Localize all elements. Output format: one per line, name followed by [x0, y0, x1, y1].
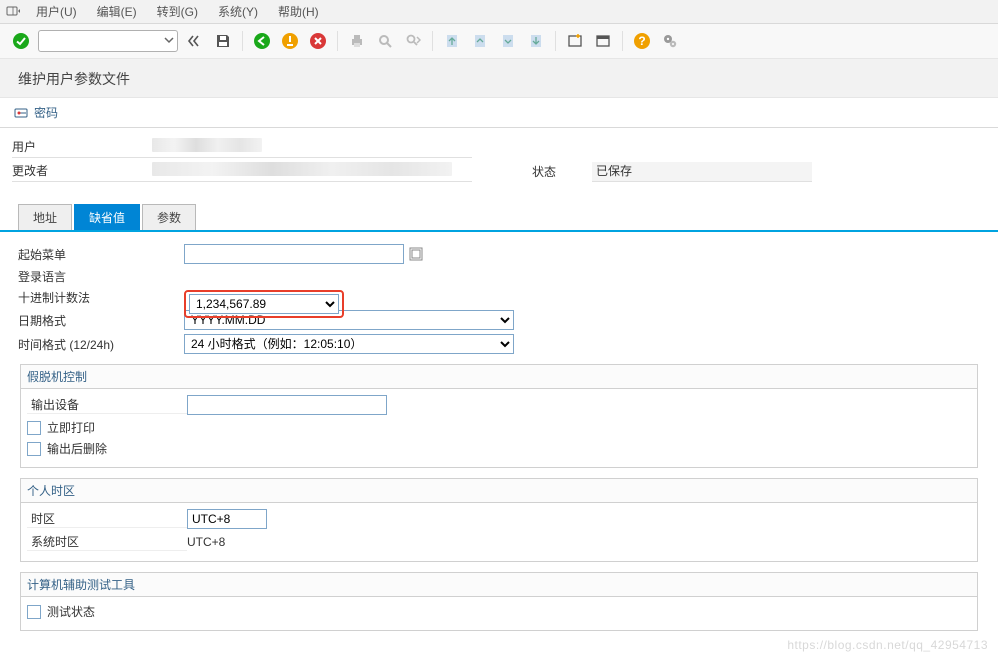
password-label: 密码 — [34, 104, 58, 121]
last-page-icon[interactable] — [525, 30, 547, 52]
logon-language-label: 登录语言 — [14, 268, 184, 285]
changer-value — [152, 162, 472, 182]
help-icon[interactable]: ? — [631, 30, 653, 52]
user-label: 用户 — [12, 138, 152, 158]
tab-strip: 地址 缺省值 参数 — [18, 204, 998, 230]
password-button[interactable]: 密码 — [14, 104, 58, 121]
tab-parameters[interactable]: 参数 — [142, 204, 196, 230]
menu-edit[interactable]: 编辑(E) — [87, 0, 147, 23]
layout-icon[interactable] — [592, 30, 614, 52]
timezone-group: 个人时区 时区 系统时区 UTC+8 — [20, 478, 978, 562]
enter-icon[interactable] — [10, 30, 32, 52]
prev-page-icon[interactable] — [469, 30, 491, 52]
new-session-icon[interactable] — [564, 30, 586, 52]
back-icon[interactable] — [251, 30, 273, 52]
start-menu-input[interactable] — [184, 244, 404, 264]
menu-user[interactable]: 用户(U) — [26, 0, 87, 23]
next-page-icon[interactable] — [497, 30, 519, 52]
timezone-label: 时区 — [27, 510, 187, 528]
test-status-label: 测试状态 — [47, 603, 95, 620]
first-page-icon[interactable] — [441, 30, 463, 52]
menu-help[interactable]: 帮助(H) — [268, 0, 329, 23]
command-field-wrap — [38, 30, 178, 52]
menu-bar: 用户(U) 编辑(E) 转到(G) 系统(Y) 帮助(H) — [0, 0, 998, 24]
header-area: 用户 更改者 状态 已保存 — [0, 128, 998, 190]
settings-icon[interactable] — [659, 30, 681, 52]
password-icon — [14, 106, 30, 120]
svg-text:?: ? — [638, 34, 645, 48]
find-next-icon[interactable] — [402, 30, 424, 52]
spool-group: 假脱机控制 输出设备 立即打印 输出后删除 — [20, 364, 978, 468]
main-toolbar: ? — [0, 24, 998, 59]
print-immediately-label: 立即打印 — [47, 419, 95, 436]
start-menu-label: 起始菜单 — [14, 246, 184, 263]
collapse-icon[interactable] — [184, 30, 206, 52]
decimal-notation-select[interactable]: 1,234,567.89 — [189, 294, 339, 314]
status-label: 状态 — [532, 163, 592, 182]
menu-goto[interactable]: 转到(G) — [147, 0, 208, 23]
changer-label: 更改者 — [12, 162, 152, 182]
page-title: 维护用户参数文件 — [0, 59, 998, 98]
system-timezone-value: UTC+8 — [187, 535, 247, 549]
exit-icon[interactable] — [279, 30, 301, 52]
timezone-group-title: 个人时区 — [21, 479, 977, 503]
menu-system[interactable]: 系统(Y) — [208, 0, 268, 23]
output-device-input[interactable] — [187, 395, 387, 415]
decimal-highlight: 1,234,567.89 — [184, 290, 344, 318]
output-device-label: 输出设备 — [27, 396, 187, 414]
defaults-pane: 起始菜单 登录语言 十进制计数法 1,234,567.89 日期格式 YYYY.… — [8, 232, 990, 643]
tab-address[interactable]: 地址 — [18, 204, 72, 230]
start-menu-f4-icon[interactable] — [406, 244, 426, 264]
catt-group: 计算机辅助测试工具 测试状态 — [20, 572, 978, 631]
system-timezone-label: 系统时区 — [27, 533, 187, 551]
time-format-label: 时间格式 (12/24h) — [14, 336, 184, 353]
user-value — [152, 138, 472, 158]
date-format-label: 日期格式 — [14, 312, 184, 329]
find-icon[interactable] — [374, 30, 396, 52]
print-icon[interactable] — [346, 30, 368, 52]
spool-group-title: 假脱机控制 — [21, 365, 977, 389]
command-field[interactable] — [38, 30, 178, 52]
test-status-checkbox[interactable] — [27, 605, 41, 619]
app-menu-icon[interactable] — [4, 3, 22, 21]
delete-after-output-label: 输出后删除 — [47, 440, 107, 457]
time-format-select[interactable]: 24 小时格式（例如：12:05:10） — [184, 334, 514, 354]
print-immediately-checkbox[interactable] — [27, 421, 41, 435]
status-value: 已保存 — [592, 162, 812, 182]
cancel-icon[interactable] — [307, 30, 329, 52]
catt-group-title: 计算机辅助测试工具 — [21, 573, 977, 597]
delete-after-output-checkbox[interactable] — [27, 442, 41, 456]
tab-defaults[interactable]: 缺省值 — [74, 204, 140, 230]
timezone-input[interactable] — [187, 509, 267, 529]
save-icon[interactable] — [212, 30, 234, 52]
sub-toolbar: 密码 — [0, 98, 998, 128]
decimal-notation-label: 十进制计数法 — [14, 289, 184, 306]
